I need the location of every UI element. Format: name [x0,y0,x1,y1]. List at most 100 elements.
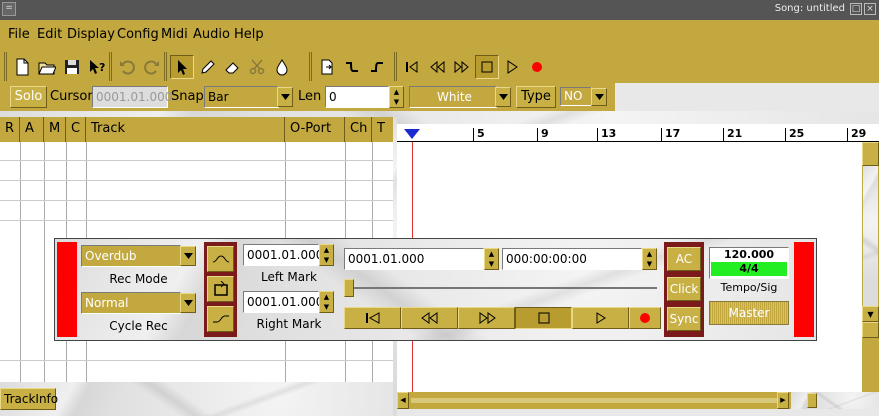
rewind-to-start-button[interactable] [344,307,401,329]
spin-up-icon[interactable]: ▲ [485,249,498,259]
song-position-marker-icon[interactable] [404,129,420,139]
open-folder-icon[interactable] [35,55,59,79]
menu-audio[interactable]: Audio [193,27,230,42]
vscroll-down-icon[interactable]: ▼ [862,306,879,322]
rec-mode-combo[interactable]: Overdub [81,245,181,267]
left-mark-field[interactable]: 0001.01.000 [243,244,323,266]
forward-button[interactable] [458,307,515,329]
sync-button[interactable]: Sync [667,307,701,331]
pencil-icon[interactable] [195,55,219,79]
new-file-icon[interactable] [10,55,34,79]
menu-help[interactable]: Help [234,27,264,42]
transport-right-handle[interactable] [794,242,814,337]
spin-down-icon[interactable]: ▼ [485,259,498,269]
master-button[interactable]: Master [709,301,789,325]
record-icon[interactable] [525,55,549,79]
close-button[interactable]: × [864,3,876,15]
position-time-field[interactable]: 000:00:00:00 [502,248,642,270]
panic-icon[interactable] [315,55,339,79]
record-button[interactable] [629,307,661,329]
loop-icon[interactable] [365,55,389,79]
rewind-to-start-icon[interactable] [400,55,424,79]
cycle-rec-combo[interactable]: Normal [81,292,181,314]
loop-icon[interactable] [207,276,234,302]
position-bbt-spinner[interactable]: ▲ ▼ [484,248,499,270]
position-time-spinner[interactable]: ▲ ▼ [642,248,657,270]
glue-drop-icon[interactable] [270,55,294,79]
snap-dropdown-icon[interactable] [277,87,293,107]
play-icon[interactable] [500,55,524,79]
vscroll-up-button[interactable] [862,142,879,166]
menu-file[interactable]: File [8,27,30,42]
hscroll-right-icon[interactable]: ▶ [777,392,789,409]
spin-down-icon[interactable]: ▼ [643,259,656,269]
hzoom-slider-trough[interactable] [791,392,879,409]
eraser-icon[interactable] [220,55,244,79]
bar-ruler[interactable]: 5 9 13 17 21 25 29 [397,124,879,142]
column-audio[interactable]: A [20,117,44,142]
snap-combo[interactable]: Bar [204,86,279,108]
redo-icon[interactable] [140,55,164,79]
punch-in-icon[interactable] [207,246,234,272]
hscroll-trough[interactable] [411,398,777,403]
solo-button[interactable]: Solo [10,86,47,108]
stop-icon[interactable] [475,54,499,79]
vscroll-trough[interactable] [863,166,878,306]
undo-icon[interactable] [115,55,139,79]
column-channel[interactable]: Ch [345,117,372,142]
rec-mode-dropdown-icon[interactable] [180,246,196,266]
window-menu-button[interactable]: = [2,2,16,16]
arranger-hscroll[interactable]: ◀ ▶ [397,392,879,409]
hzoom-slider-handle[interactable] [807,393,817,408]
spin-up-icon[interactable]: ▲ [320,245,333,255]
ac-button[interactable]: AC [667,247,701,271]
column-track[interactable]: Track [86,117,285,142]
scissors-icon[interactable] [245,55,269,79]
trackinfo-button[interactable]: TrackInfo [0,388,58,410]
position-slider-handle[interactable] [344,279,354,297]
whats-this-icon[interactable]: ? [85,55,109,79]
position-bbt-field[interactable]: 0001.01.000 [344,248,484,270]
spin-down-icon[interactable]: ▼ [320,302,333,312]
punch-out-icon[interactable] [207,306,234,332]
menu-edit[interactable]: Edit [37,27,62,42]
position-slider-track[interactable] [344,287,657,289]
type-dropdown-icon[interactable] [591,88,607,106]
spin-down-icon[interactable]: ▼ [390,97,403,107]
spin-up-icon[interactable]: ▲ [390,87,403,97]
color-combo[interactable]: White [409,86,497,108]
transport-left-handle[interactable] [57,242,77,337]
type-combo[interactable]: NO [560,87,592,106]
color-dropdown-icon[interactable] [495,87,511,107]
spin-down-icon[interactable]: ▼ [320,255,333,265]
len-spinner[interactable]: ▲ ▼ [389,86,404,108]
spin-up-icon[interactable]: ▲ [320,292,333,302]
menu-display[interactable]: Display [67,27,115,42]
step-icon[interactable] [340,55,364,79]
save-disk-icon[interactable] [60,55,84,79]
maximize-button[interactable]: □ [850,3,862,15]
spin-up-icon[interactable]: ▲ [643,249,656,259]
column-mute[interactable]: M [44,117,66,142]
hscroll-left-icon[interactable]: ◀ [397,392,409,409]
arranger-vscroll[interactable]: ▼ [862,142,879,392]
click-button[interactable]: Click [667,277,701,301]
rewind-button[interactable] [401,307,458,329]
play-button[interactable] [572,307,629,329]
zoom-out-button[interactable] [862,322,879,338]
rewind-icon[interactable] [425,55,449,79]
right-mark-spinner[interactable]: ▲ ▼ [319,291,334,313]
column-output-port[interactable]: O-Port [285,117,345,142]
right-mark-field[interactable]: 0001.01.000 [243,291,323,313]
cycle-rec-dropdown-icon[interactable] [180,293,196,313]
tempo-sig-display[interactable]: 120.000 4/4 [709,247,789,279]
menu-config[interactable]: Config [117,27,159,42]
forward-icon[interactable] [450,55,474,79]
menu-midi[interactable]: Midi [161,27,188,42]
len-field[interactable]: 0 [325,86,389,108]
column-time-lock[interactable]: T [372,117,393,142]
column-record[interactable]: R [0,117,20,142]
column-channel-type[interactable]: C [66,117,86,142]
left-mark-spinner[interactable]: ▲ ▼ [319,244,334,266]
stop-button[interactable] [515,307,572,329]
